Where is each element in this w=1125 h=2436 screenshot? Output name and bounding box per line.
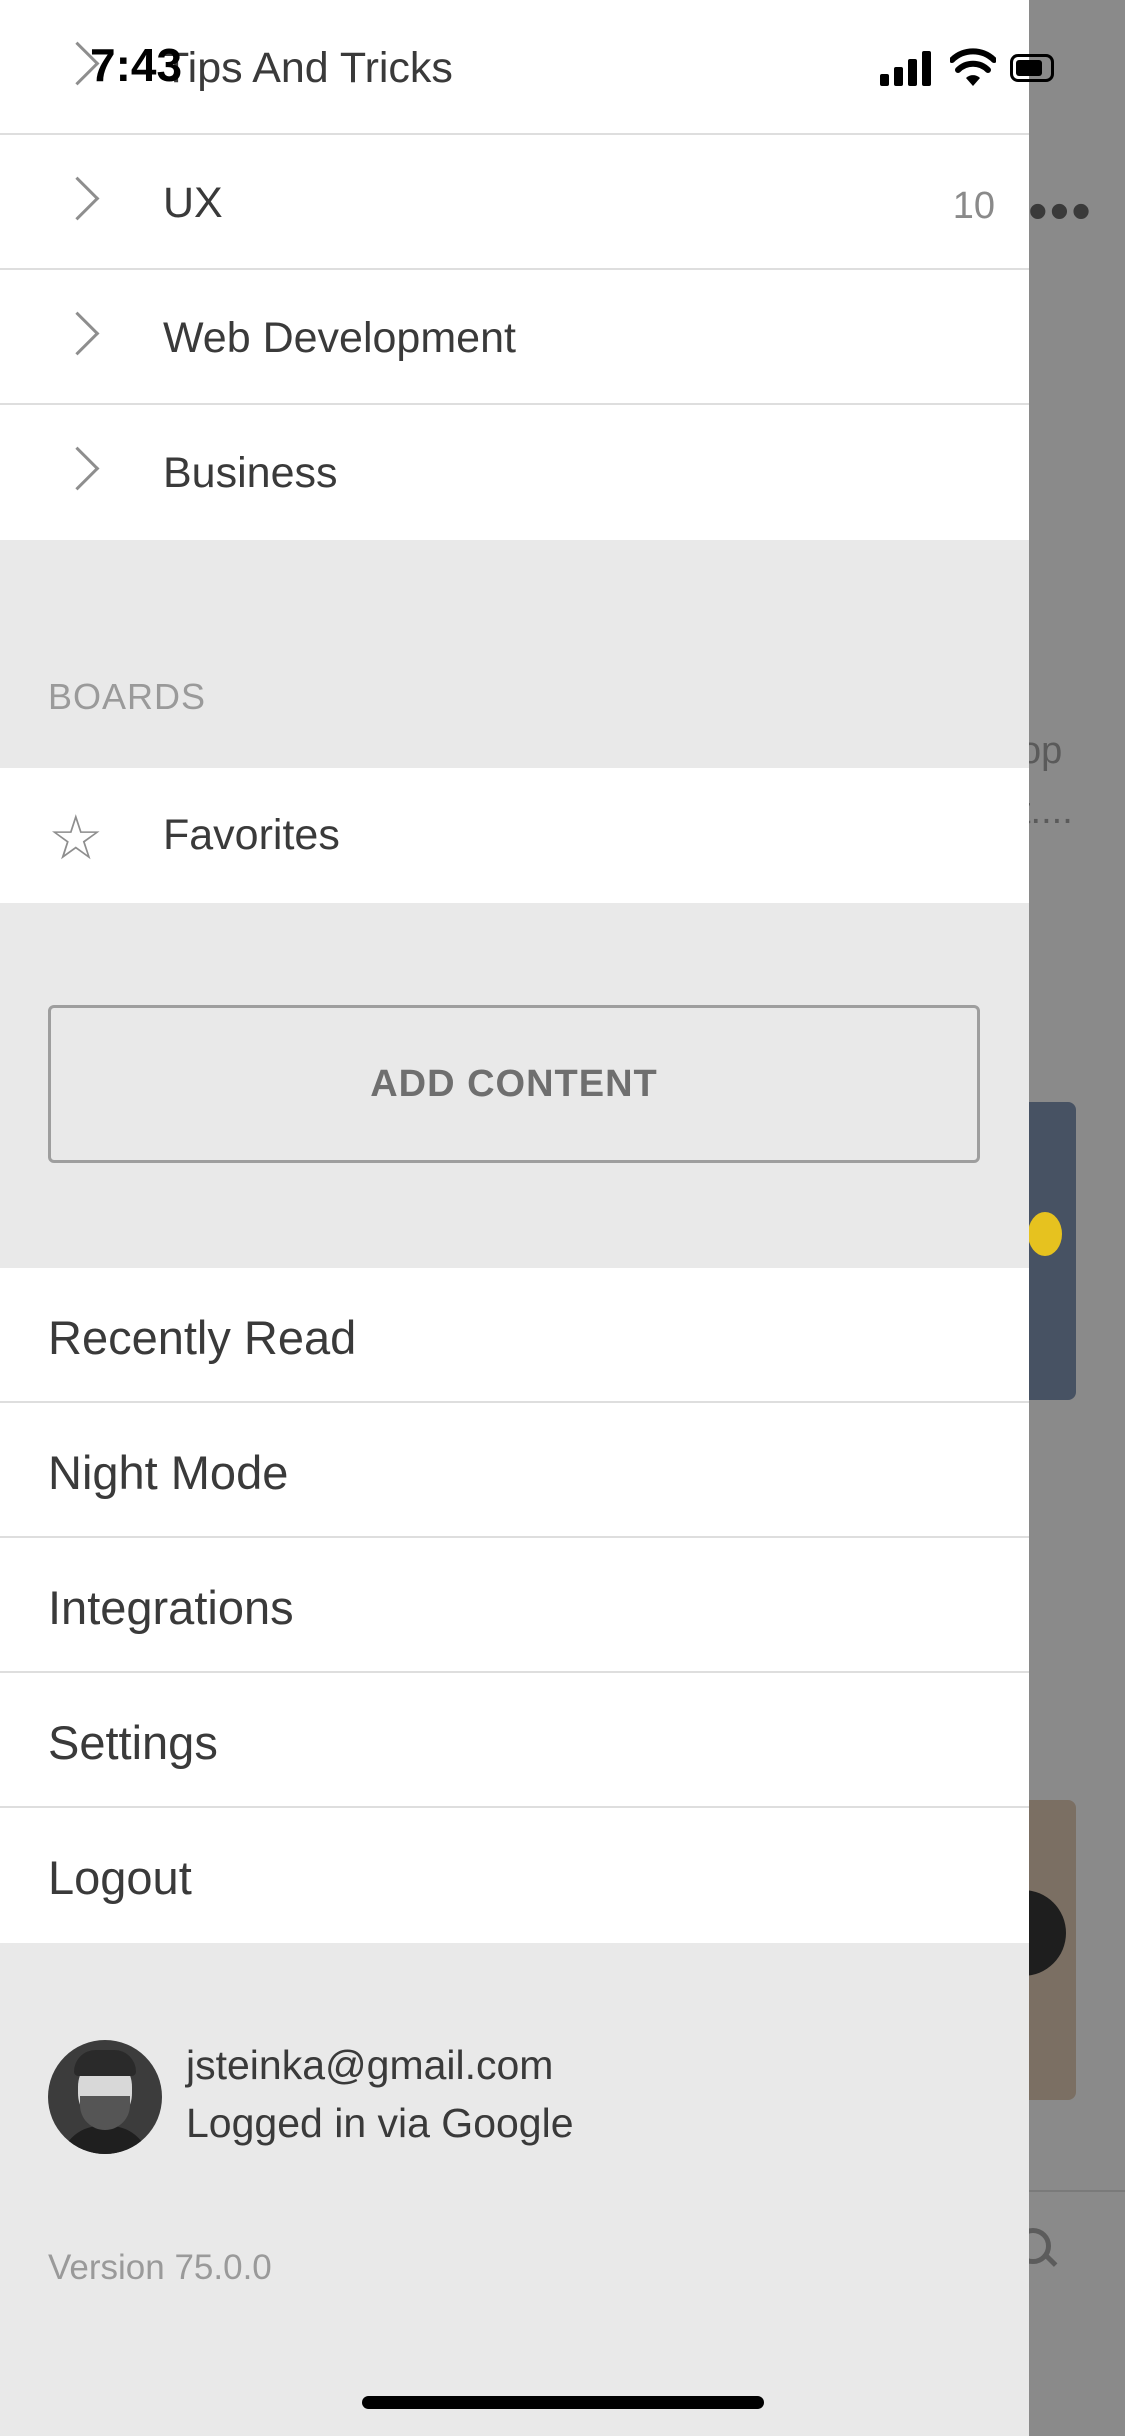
category-count: 10 [952,185,995,227]
login-method: Logged in via Google [186,2100,574,2146]
navigation-drawer: Tips And Tricks UX 10 Web Development Bu… [0,0,1029,2436]
star-icon: ☆ [48,804,104,873]
menu-label: Settings [48,1716,218,1769]
app-version: Version 75.0.0 [48,2248,272,2287]
cellular-signal-icon [880,50,934,86]
category-item-ux[interactable]: UX 10 [0,135,1029,270]
tab-bar-divider [1029,2190,1125,2192]
board-item-favorites[interactable]: ☆ Favorites [0,768,1029,903]
battery-icon [1010,54,1054,82]
menu-label: Integrations [48,1581,294,1634]
menu-label: Recently Read [48,1311,357,1364]
avatar [48,2040,162,2154]
category-label: Business [163,449,338,497]
category-item-web-development[interactable]: Web Development [0,270,1029,405]
menu-item-settings[interactable]: Settings [0,1673,1029,1808]
menu-item-integrations[interactable]: Integrations [0,1538,1029,1673]
chevron-right-icon [55,176,100,221]
status-time: 7:43 [90,39,183,91]
menu-label: Logout [48,1851,192,1904]
menu-item-recently-read[interactable]: Recently Read [0,1268,1029,1403]
home-indicator[interactable] [362,2396,764,2409]
boards-section-title: BOARDS [48,676,207,717]
category-label: Web Development [163,314,516,362]
wifi-icon [950,48,996,86]
account-email: jsteinka@gmail.com [186,2042,554,2088]
chevron-right-icon [55,311,100,356]
menu-label: Night Mode [48,1446,289,1499]
more-options-icon: ••• [1028,179,1093,242]
category-label: Tips And Tricks [163,44,453,92]
menu-item-night-mode[interactable]: Night Mode [0,1403,1029,1538]
menu-item-logout[interactable]: Logout [0,1808,1029,1943]
chevron-right-icon [55,446,100,491]
board-label: Favorites [163,811,340,859]
add-content-button[interactable]: ADD CONTENT [48,1005,980,1163]
category-label: UX [163,179,223,227]
category-item-business[interactable]: Business [0,405,1029,540]
